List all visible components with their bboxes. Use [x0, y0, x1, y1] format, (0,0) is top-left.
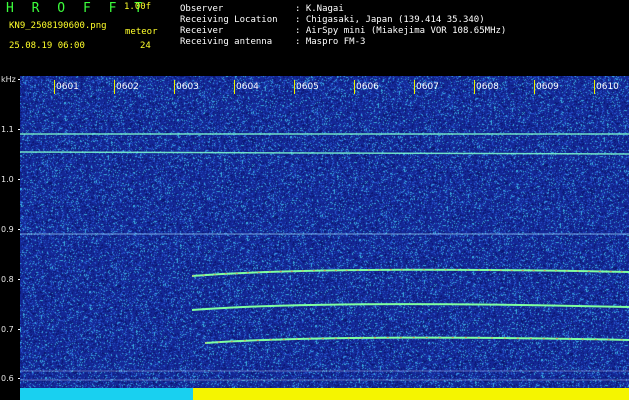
- time-label-0608: 0608: [476, 82, 499, 92]
- spectrogram-area: [20, 76, 629, 400]
- time-tick: [534, 80, 535, 94]
- signal-trace-0820: [191, 268, 629, 277]
- info-key-location: Receiving Location: [180, 15, 278, 25]
- version-label: 1.00f: [124, 2, 152, 12]
- meteor-count: 24: [140, 41, 151, 51]
- time-label-0610: 0610: [596, 82, 619, 92]
- info-value-receiver: : AirSpy mini (Miakejima VOR 108.65MHz): [295, 26, 507, 36]
- info-key-observer: Observer: [180, 4, 224, 14]
- time-tick: [114, 80, 115, 94]
- time-label-0603: 0603: [176, 82, 199, 92]
- signal-line-1060: [20, 151, 629, 155]
- bottom-bar-cyan: [20, 388, 193, 400]
- time-tick: [54, 80, 55, 94]
- time-tick: [174, 80, 175, 94]
- datetime-label: 25.08.19 06:00: [9, 41, 85, 51]
- time-tick: [294, 80, 295, 94]
- time-label-0602: 0602: [116, 82, 139, 92]
- info-key-receiver: Receiver: [180, 26, 224, 36]
- time-label-0605: 0605: [296, 82, 319, 92]
- file-name: KN9_2508190600.png: [9, 21, 107, 31]
- time-tick: [234, 80, 235, 94]
- info-key-antenna: Receiving antenna: [180, 37, 273, 47]
- time-label-0606: 0606: [356, 82, 379, 92]
- axis-label-0-9: 0.9: [1, 225, 21, 234]
- meteor-label: meteor: [125, 27, 158, 37]
- axis-label-0-8: 0.8: [1, 275, 21, 284]
- time-tick: [474, 80, 475, 94]
- header-panel: H R O F F T 1.00f KN9_2508190600.png met…: [0, 0, 629, 76]
- spectrogram-signals: [20, 133, 629, 381]
- axis-unit-label: kHz: [1, 75, 21, 84]
- bottom-bar-yellow: [193, 388, 629, 400]
- axis-label-1-0: 1.0: [1, 175, 21, 184]
- time-label-0601: 0601: [56, 82, 79, 92]
- frequency-axis: kHz 1.1 1.0 0.9 0.8 0.7 0.6: [0, 75, 21, 400]
- axis-label-0-6: 0.6: [1, 374, 21, 383]
- time-label-0609: 0609: [536, 82, 559, 92]
- info-value-location: : Chigasaki, Japan (139.414 35.340): [295, 15, 485, 25]
- info-value-observer: : K.Nagai: [295, 4, 344, 14]
- info-value-antenna: : Maspro FM-3: [295, 37, 366, 47]
- signal-trace-0680: [204, 336, 629, 344]
- time-tick: [594, 80, 595, 94]
- axis-label-0-7: 0.7: [1, 325, 21, 334]
- time-tick: [414, 80, 415, 94]
- axis-label-1-1: 1.1: [1, 125, 21, 134]
- time-tick: [354, 80, 355, 94]
- time-label-0604: 0604: [236, 82, 259, 92]
- time-label-0607: 0607: [416, 82, 439, 92]
- signal-trace-0750: [191, 303, 629, 311]
